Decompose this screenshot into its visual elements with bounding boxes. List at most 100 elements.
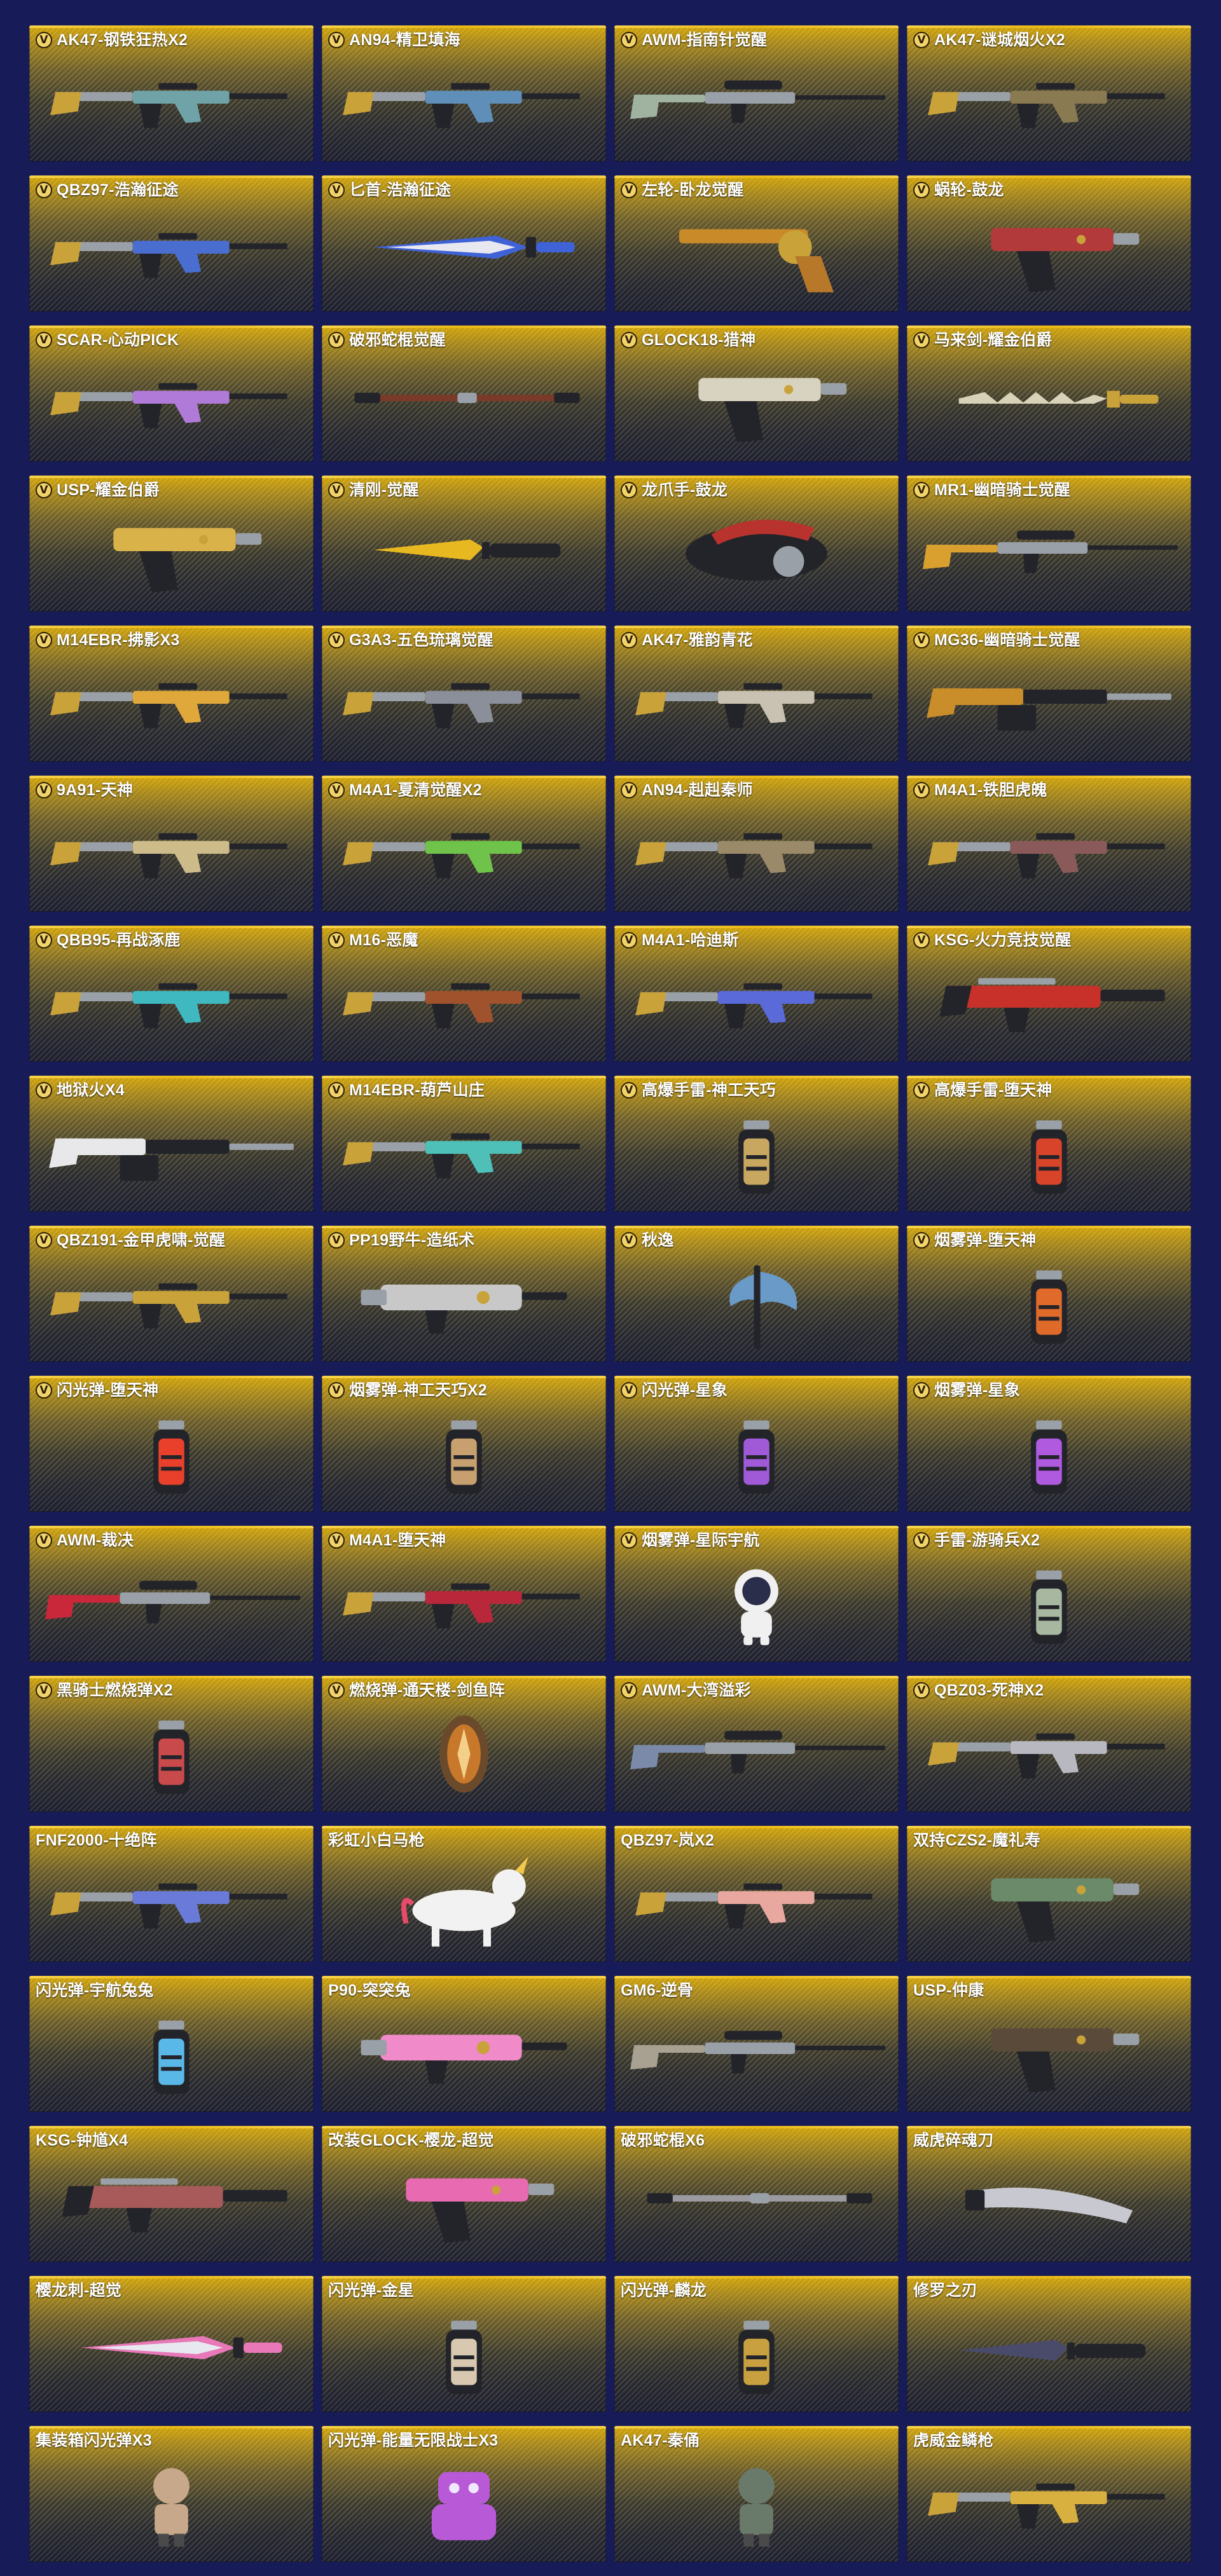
item-card[interactable]: V 燃烧弹-通天楼-剑鱼阵	[322, 1676, 606, 1812]
item-card[interactable]: V 地狱火X4	[29, 1076, 314, 1212]
item-card[interactable]: V AK47-谜城烟火X2	[907, 25, 1191, 161]
item-card[interactable]: V PP19野牛-造纸术	[322, 1226, 606, 1362]
item-card[interactable]: V 高爆手雷-堕天神	[907, 1076, 1191, 1212]
item-card[interactable]: V M4A1-铁胆虎魄	[907, 776, 1191, 912]
item-card[interactable]: 双持CZS2-魔礼寿	[907, 1826, 1191, 1962]
item-card[interactable]: V SCAR-心动PICK	[29, 325, 314, 462]
item-card[interactable]: V G3A3-五色琉璃觉醒	[322, 626, 606, 762]
item-card[interactable]: V QBZ97-浩瀚征途	[29, 175, 314, 312]
item-card[interactable]: V 烟雾弹-堕天神	[907, 1226, 1191, 1362]
item-card[interactable]: V M4A1-哈迪斯	[614, 926, 899, 1062]
item-card[interactable]: V 左轮-卧龙觉醒	[614, 175, 899, 312]
item-card[interactable]: V 烟雾弹-星际宇航	[614, 1526, 899, 1662]
vip-badge-icon: V	[328, 1232, 345, 1249]
item-name: 烟雾弹-堕天神	[934, 1231, 1037, 1249]
item-card[interactable]: 集装箱闪光弹X3	[29, 2426, 314, 2562]
item-card[interactable]: AK47-秦俑	[614, 2426, 899, 2562]
item-card[interactable]: FNF2000-十绝阵	[29, 1826, 314, 1962]
item-card[interactable]: 闪光弹-麟龙	[614, 2276, 899, 2412]
item-name: 闪光弹-麟龙	[621, 2282, 707, 2299]
item-header: 闪光弹-能量无限战士X3	[328, 2431, 601, 2450]
item-card[interactable]: V AWM-指南针觉醒	[614, 25, 899, 161]
sniper-rifle-icon	[41, 1552, 302, 1655]
item-card[interactable]: 闪光弹-宇航兔兔	[29, 1976, 314, 2112]
item-card[interactable]: V AK47-钢铁狂热X2	[29, 25, 314, 161]
item-card[interactable]: V M4A1-堕天神	[322, 1526, 606, 1662]
item-card[interactable]: V 烟雾弹-星象	[907, 1376, 1191, 1512]
item-card[interactable]: V 烟雾弹-神工天巧X2	[322, 1376, 606, 1512]
item-header: 威虎碎魂刀	[913, 2131, 1186, 2150]
vip-badge-icon: V	[36, 1682, 52, 1699]
sniper-rifle-icon	[626, 52, 887, 155]
item-card[interactable]: USP-仲康	[907, 1976, 1191, 2112]
item-card[interactable]: V 破邪蛇棍觉醒	[322, 325, 606, 462]
item-card[interactable]: V 匕首-浩瀚征途	[322, 175, 606, 312]
item-header: V AWM-指南针觉醒	[621, 31, 893, 50]
item-card[interactable]: V 龙爪手-鼓龙	[614, 476, 899, 612]
item-name: QBZ97-浩瀚征途	[57, 181, 179, 199]
item-card[interactable]: V M4A1-夏清觉醒X2	[322, 776, 606, 912]
vip-badge-icon: V	[36, 1532, 52, 1549]
item-card[interactable]: 闪光弹-金星	[322, 2276, 606, 2412]
item-name: SCAR-心动PICK	[57, 331, 179, 349]
item-card[interactable]: QBZ97-岚X2	[614, 1826, 899, 1962]
item-card[interactable]: V AWM-裁决	[29, 1526, 314, 1662]
item-header: AK47-秦俑	[621, 2431, 893, 2450]
item-name: USP-耀金伯爵	[57, 481, 160, 499]
item-card[interactable]: 改装GLOCK-樱龙-超觉	[322, 2126, 606, 2262]
item-card[interactable]: V 高爆手雷-神工天巧	[614, 1076, 899, 1212]
item-card[interactable]: 彩虹小白马枪	[322, 1826, 606, 1962]
item-card[interactable]: V 清刚-觉醒	[322, 476, 606, 612]
item-card[interactable]: V AN94-精卫填海	[322, 25, 606, 161]
item-card[interactable]: V AK47-雅韵青花	[614, 626, 899, 762]
item-card[interactable]: P90-突突兔	[322, 1976, 606, 2112]
item-header: V KSG-火力竞技觉醒	[913, 931, 1186, 950]
item-card[interactable]: V M14EBR-拂影X3	[29, 626, 314, 762]
item-name: M4A1-堕天神	[349, 1531, 446, 1549]
item-card[interactable]: V AN94-赳赳秦师	[614, 776, 899, 912]
dagger-icon	[41, 2303, 302, 2406]
item-card[interactable]: V 闪光弹-星象	[614, 1376, 899, 1512]
item-name: 高爆手雷-神工天巧	[642, 1081, 776, 1099]
item-card[interactable]: V 黑骑士燃烧弹X2	[29, 1676, 314, 1812]
item-card[interactable]: V KSG-火力竞技觉醒	[907, 926, 1191, 1062]
item-name: 烟雾弹-星象	[934, 1381, 1021, 1399]
item-card[interactable]: 虎威金鳞枪	[907, 2426, 1191, 2562]
item-card[interactable]: V AWM-大湾溢彩	[614, 1676, 899, 1812]
item-header: V M14EBR-葫芦山庄	[328, 1081, 601, 1100]
item-card[interactable]: V MR1-幽暗骑士觉醒	[907, 476, 1191, 612]
item-card[interactable]: V 马来剑-耀金伯爵	[907, 325, 1191, 462]
item-card[interactable]: V USP-耀金伯爵	[29, 476, 314, 612]
item-card[interactable]: V 9A91-天神	[29, 776, 314, 912]
item-card[interactable]: 樱龙刺-超觉	[29, 2276, 314, 2412]
item-header: V 闪光弹-堕天神	[36, 1381, 308, 1400]
item-card[interactable]: V MG36-幽暗骑士觉醒	[907, 626, 1191, 762]
item-card[interactable]: 修罗之刃	[907, 2276, 1191, 2412]
grenade-icon	[41, 2003, 302, 2106]
item-card[interactable]: GM6-逆骨	[614, 1976, 899, 2112]
item-card[interactable]: V M14EBR-葫芦山庄	[322, 1076, 606, 1212]
item-card[interactable]: V 闪光弹-堕天神	[29, 1376, 314, 1512]
vip-badge-icon: V	[328, 482, 345, 498]
knife-icon	[333, 502, 595, 605]
item-card[interactable]: V 秋逸	[614, 1226, 899, 1362]
item-card[interactable]: V QBZ191-金甲虎啸-觉醒	[29, 1226, 314, 1362]
rifle-icon	[626, 802, 887, 905]
item-card[interactable]: V M16-恶魔	[322, 926, 606, 1062]
vip-badge-icon: V	[328, 1682, 345, 1699]
item-name: GM6-逆骨	[621, 1982, 694, 1999]
item-card[interactable]: V 手雷-游骑兵X2	[907, 1526, 1191, 1662]
item-card[interactable]: V QBZ03-死神X2	[907, 1676, 1191, 1812]
vip-badge-icon: V	[328, 932, 345, 949]
item-card[interactable]: V QBB95-再战涿鹿	[29, 926, 314, 1062]
item-name: 虎威金鳞枪	[913, 2432, 994, 2449]
grenade-icon	[918, 1252, 1180, 1355]
sniper-rifle-icon	[626, 1702, 887, 1805]
item-card[interactable]: KSG-钟馗X4	[29, 2126, 314, 2262]
item-card[interactable]: V GLOCK18-猎神	[614, 325, 899, 462]
item-card[interactable]: 破邪蛇棍X6	[614, 2126, 899, 2262]
item-card[interactable]: V 蜗轮-鼓龙	[907, 175, 1191, 312]
item-name: 威虎碎魂刀	[913, 2132, 994, 2149]
item-card[interactable]: 闪光弹-能量无限战士X3	[322, 2426, 606, 2562]
item-card[interactable]: 威虎碎魂刀	[907, 2126, 1191, 2262]
